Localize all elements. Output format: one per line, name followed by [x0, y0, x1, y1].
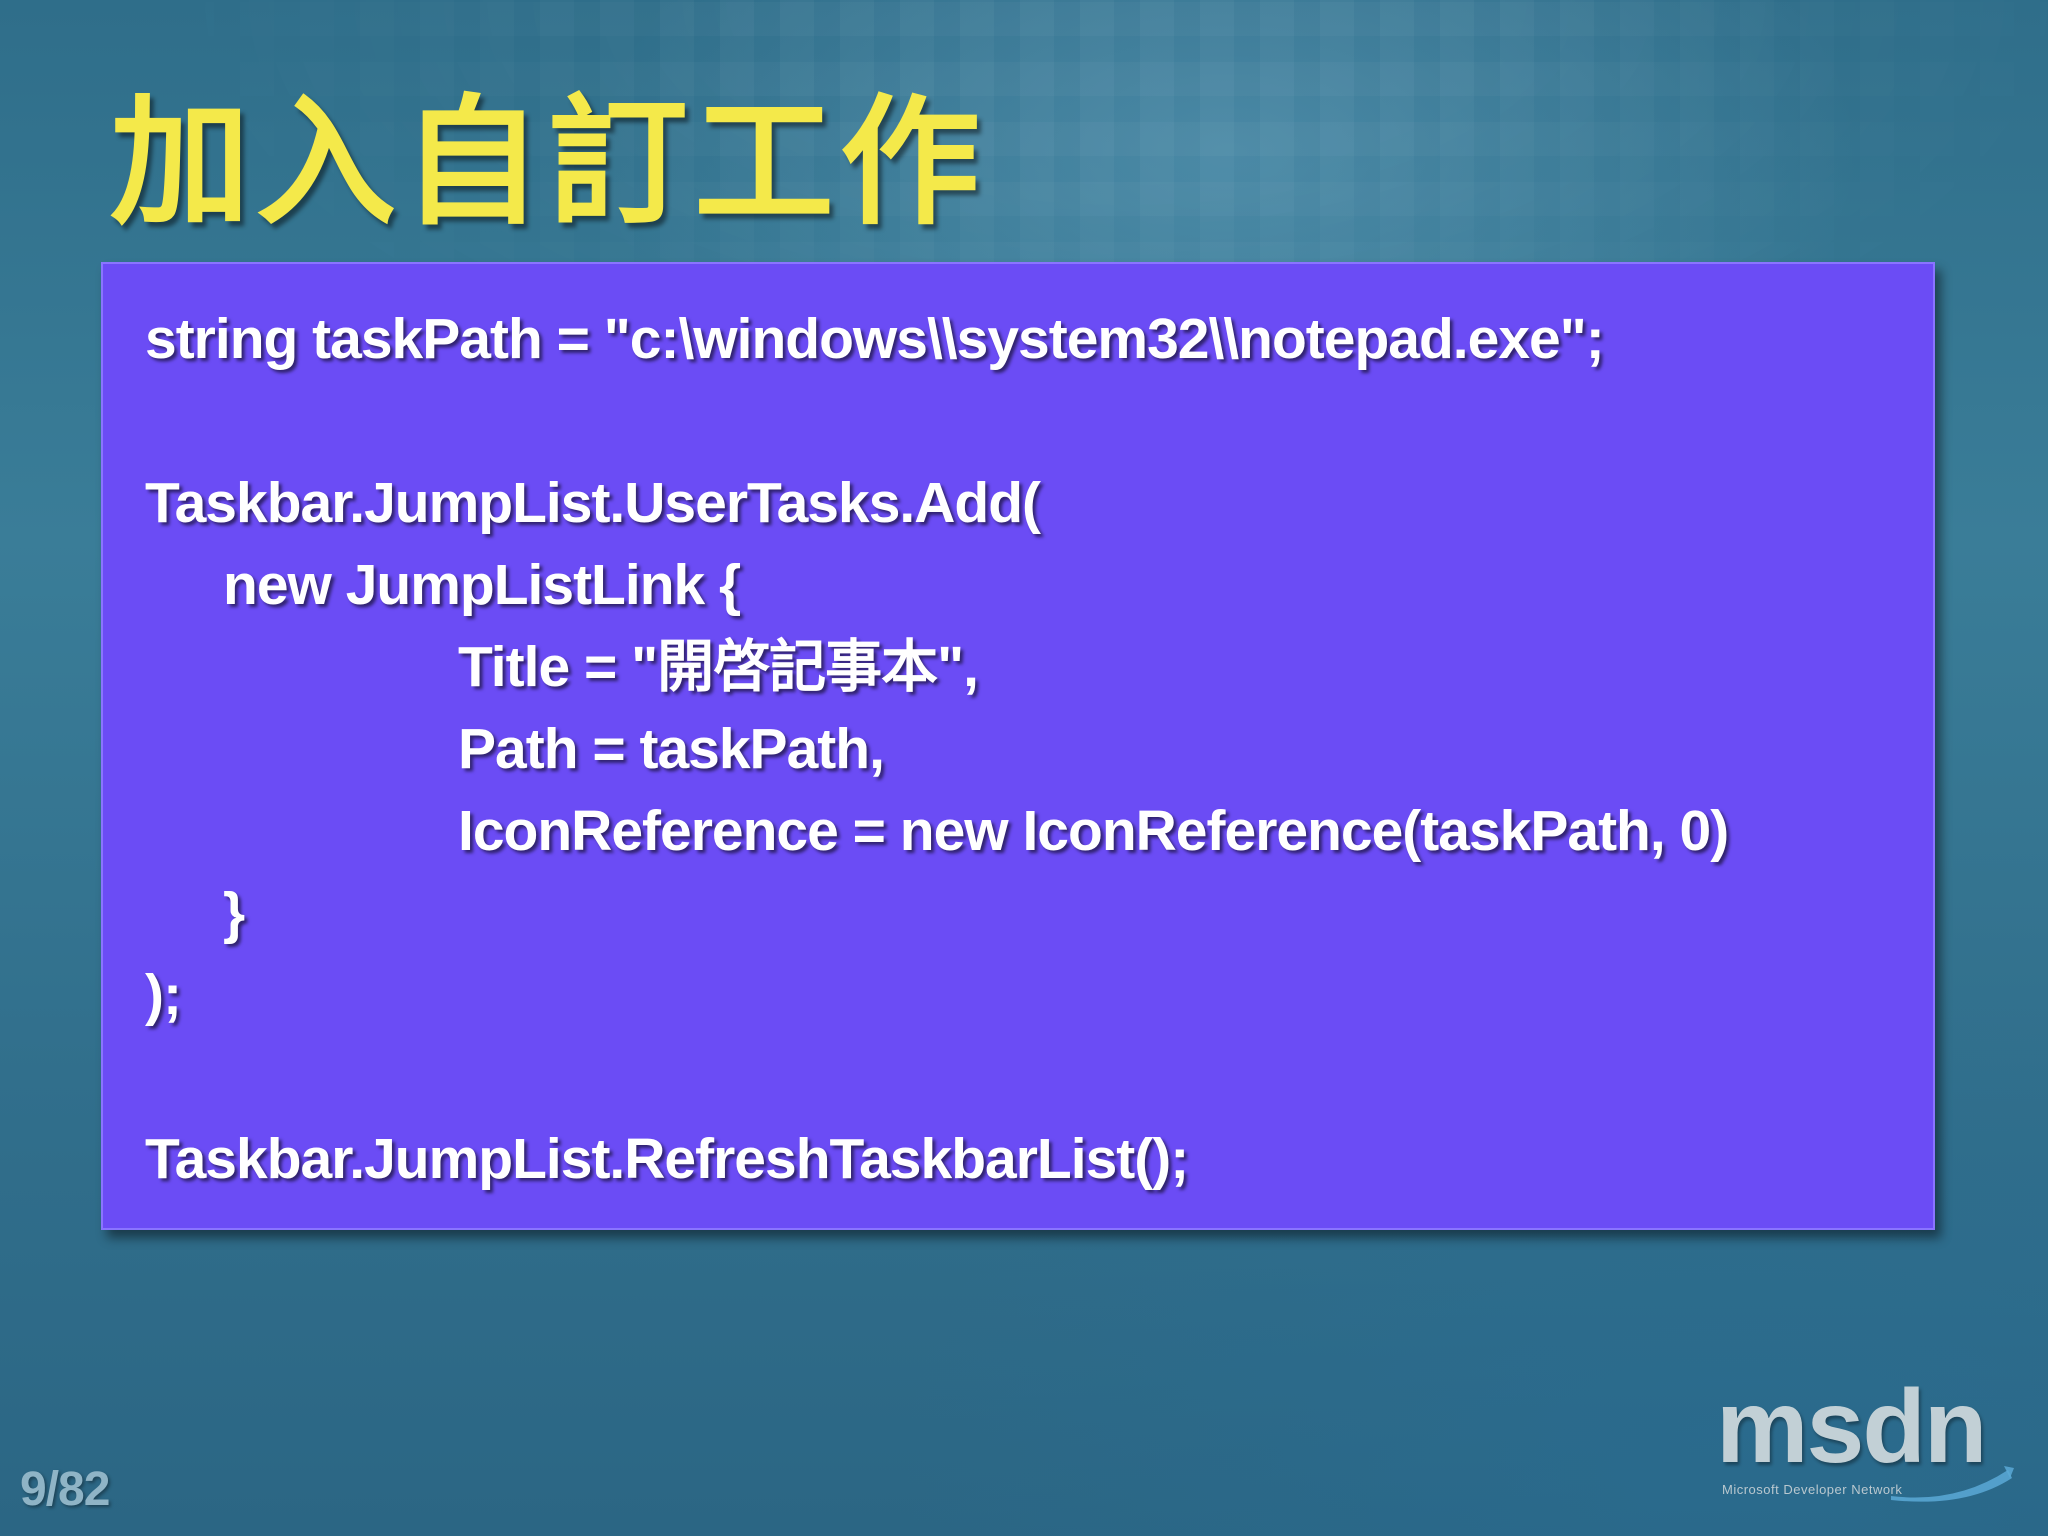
- code-line-11: Taskbar.JumpList.RefreshTaskbarList();: [145, 1127, 1189, 1191]
- code-text: string taskPath = "c:\windows\\system32\…: [145, 298, 1729, 1200]
- code-line-3: Taskbar.JumpList.UserTasks.Add(: [145, 471, 1041, 535]
- page-number: 9/82: [20, 1463, 110, 1516]
- code-line-6: Path = taskPath,: [458, 717, 885, 781]
- code-line-1: string taskPath = "c:\windows\\system32\…: [145, 307, 1605, 371]
- slide-title: 加入自訂工作: [110, 84, 987, 241]
- code-block: string taskPath = "c:\windows\\system32\…: [101, 262, 1935, 1230]
- msdn-logo: msdn Microsoft Developer Network: [1716, 1368, 2016, 1508]
- swoosh-icon: [1891, 1466, 2014, 1502]
- code-line-9: );: [145, 963, 182, 1027]
- logo-subtitle: Microsoft Developer Network: [1722, 1482, 1903, 1497]
- code-line-5: Title = "開啓記事本",: [458, 635, 979, 699]
- code-line-4: new JumpListLink {: [223, 553, 741, 617]
- code-line-8: }: [223, 881, 245, 945]
- code-line-7: IconReference = new IconReference(taskPa…: [458, 799, 1729, 863]
